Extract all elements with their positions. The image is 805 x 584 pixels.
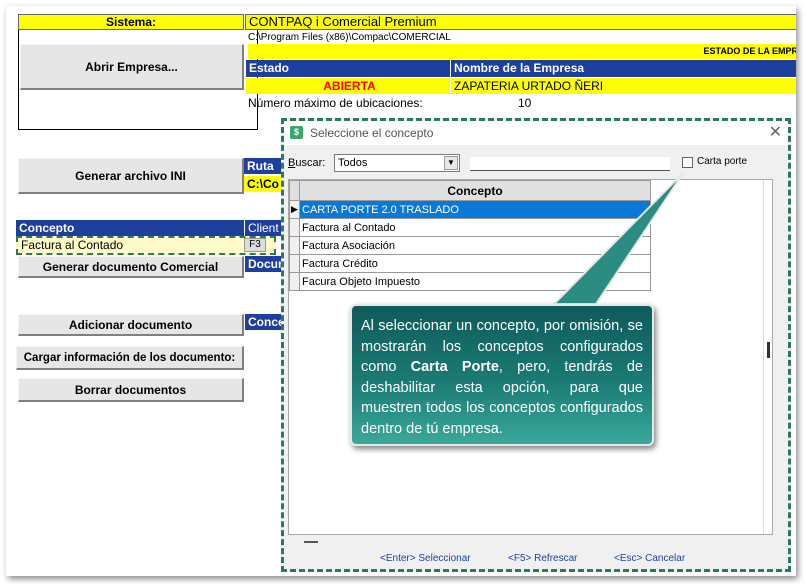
ruta-label: Ruta	[244, 158, 284, 174]
close-icon[interactable]: ✕	[769, 123, 782, 143]
nombre-empresa-value: ZAPATERIA URTADO ÑERI	[451, 78, 796, 94]
table-row[interactable]: Facura Objeto Impuesto	[289, 272, 651, 291]
cargar-informacion-button[interactable]: Cargar información de los documento:	[16, 346, 244, 370]
buscar-select-value: Todos	[338, 157, 368, 169]
adicionar-documento-button[interactable]: Adicionar documento	[18, 314, 244, 336]
table-row[interactable]: ▶ CARTA PORTE 2.0 TRASLADO	[289, 200, 651, 219]
estado-empresa-header: ESTADO DE LA EMPRE	[248, 44, 796, 59]
concepto-table: Concepto ▶ CARTA PORTE 2.0 TRASLADO Fact…	[289, 180, 651, 291]
buscar-label-rest: uscar:	[295, 157, 326, 169]
generar-ini-button[interactable]: Generar archivo INI	[18, 158, 244, 194]
documento-header: Docur	[245, 256, 283, 272]
row-indicator	[289, 272, 300, 291]
row-indicator	[289, 218, 300, 237]
concepto-doc-header: Conce	[245, 314, 283, 330]
concepto-header: Concepto	[16, 220, 244, 236]
buscar-label: Buscar:	[288, 157, 326, 169]
carta-porte-label[interactable]: Carta porte	[697, 156, 747, 167]
concepto-cell[interactable]: Facura Objeto Impuesto	[299, 272, 651, 291]
row-indicator	[289, 254, 300, 273]
max-ubicaciones-value: 10	[518, 96, 532, 110]
chevron-down-icon[interactable]: ▼	[444, 156, 458, 170]
carta-porte-checkbox[interactable]	[682, 157, 693, 168]
search-input[interactable]	[470, 157, 670, 171]
ruta-value: C:\Co	[244, 176, 284, 192]
dialog-titlebar: $ Seleccione el concepto ✕	[284, 121, 788, 145]
app-icon: $	[290, 126, 303, 139]
help-callout: Al seleccionar un concepto, por omisión,…	[350, 304, 654, 446]
callout-bold-text: Carta Porte	[410, 359, 499, 375]
esc-cancel-hint[interactable]: <Esc> Cancelar	[614, 553, 685, 564]
install-path: C:\Program Files (x86)\Compac\COMERCIAL	[248, 32, 451, 43]
max-ubicaciones-label: Número máximo de ubicaciones:	[248, 96, 423, 110]
nombre-column-header: Nombre de la Empresa	[451, 60, 796, 77]
f3-key-hint[interactable]: F3	[244, 238, 266, 252]
row-indicator	[289, 236, 300, 255]
sistema-label: Sistema:	[18, 14, 244, 30]
concepto-cell[interactable]: CARTA PORTE 2.0 TRASLADO	[299, 200, 651, 219]
generar-documento-button[interactable]: Generar documento Comercial	[18, 256, 244, 278]
table-row[interactable]: Factura al Contado	[289, 218, 651, 237]
concepto-cell[interactable]: Factura Crédito	[299, 254, 651, 273]
borrar-documentos-button[interactable]: Borrar documentos	[18, 378, 244, 402]
f5-refresh-hint[interactable]: <F5> Refrescar	[508, 553, 577, 564]
row-pointer-icon: ▶	[289, 200, 300, 219]
table-row[interactable]: Factura Asociación	[289, 236, 651, 255]
buscar-select[interactable]: Todos ▼	[334, 154, 460, 172]
estado-column-header: Estado	[246, 60, 450, 77]
cliente-header: Client	[245, 220, 283, 236]
scrollbar-thumb[interactable]	[767, 342, 770, 358]
divider	[304, 541, 318, 543]
estado-value: ABIERTA	[246, 78, 450, 94]
concepto-column-header[interactable]: Concepto	[299, 180, 651, 201]
table-row[interactable]: Factura Crédito	[289, 254, 651, 273]
concepto-cell[interactable]: Factura al Contado	[16, 236, 276, 255]
dialog-footer: <Enter> Seleccionar <F5> Refrescar <Esc>…	[284, 553, 788, 569]
concepto-cell[interactable]: Factura Asociación	[299, 236, 651, 255]
spreadsheet-window: Sistema: CONTPAQ i Comercial Premium C:\…	[6, 6, 796, 576]
vertical-scrollbar[interactable]	[763, 180, 772, 534]
abrir-empresa-button[interactable]: Abrir Empresa...	[20, 44, 244, 90]
dialog-title: Seleccione el concepto	[310, 126, 434, 140]
row-indicator-header	[289, 180, 300, 201]
enter-select-hint[interactable]: <Enter> Seleccionar	[380, 553, 471, 564]
sistema-value: CONTPAQ i Comercial Premium	[245, 14, 796, 30]
concepto-cell[interactable]: Factura al Contado	[299, 218, 651, 237]
